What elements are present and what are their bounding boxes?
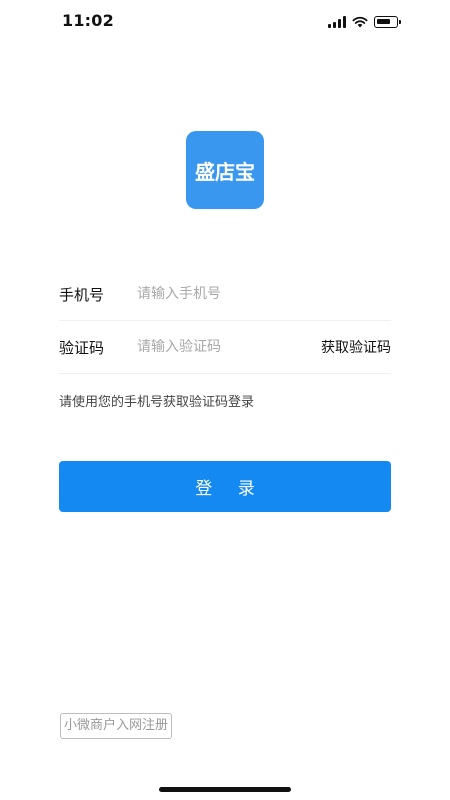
- code-input[interactable]: [137, 332, 321, 362]
- phone-label: 手机号: [59, 285, 105, 304]
- login-screen: 11:02 盛店宝 手机号 验证码 获取验证码 请使用您的手机号获取验证码登录 …: [0, 0, 450, 800]
- status-icons: [328, 14, 401, 30]
- code-label: 验证码: [59, 338, 105, 357]
- login-hint: 请使用您的手机号获取验证码登录: [59, 395, 255, 410]
- status-bar: 11:02: [0, 0, 450, 44]
- login-form: 手机号 验证码 获取验证码 请使用您的手机号获取验证码登录: [59, 268, 391, 410]
- wifi-icon: [352, 16, 368, 28]
- phone-input[interactable]: [137, 279, 391, 309]
- phone-row: 手机号: [59, 268, 391, 321]
- code-row: 验证码 获取验证码: [59, 321, 391, 374]
- battery-icon: [374, 16, 401, 28]
- app-logo: 盛店宝: [186, 131, 264, 209]
- status-time: 11:02: [62, 11, 114, 30]
- cellular-signal-icon: [328, 16, 346, 28]
- home-indicator[interactable]: [159, 787, 291, 792]
- login-button[interactable]: 登 录: [59, 461, 391, 512]
- register-link[interactable]: 小微商户入网注册: [60, 713, 173, 739]
- get-code-button[interactable]: 获取验证码: [321, 337, 391, 357]
